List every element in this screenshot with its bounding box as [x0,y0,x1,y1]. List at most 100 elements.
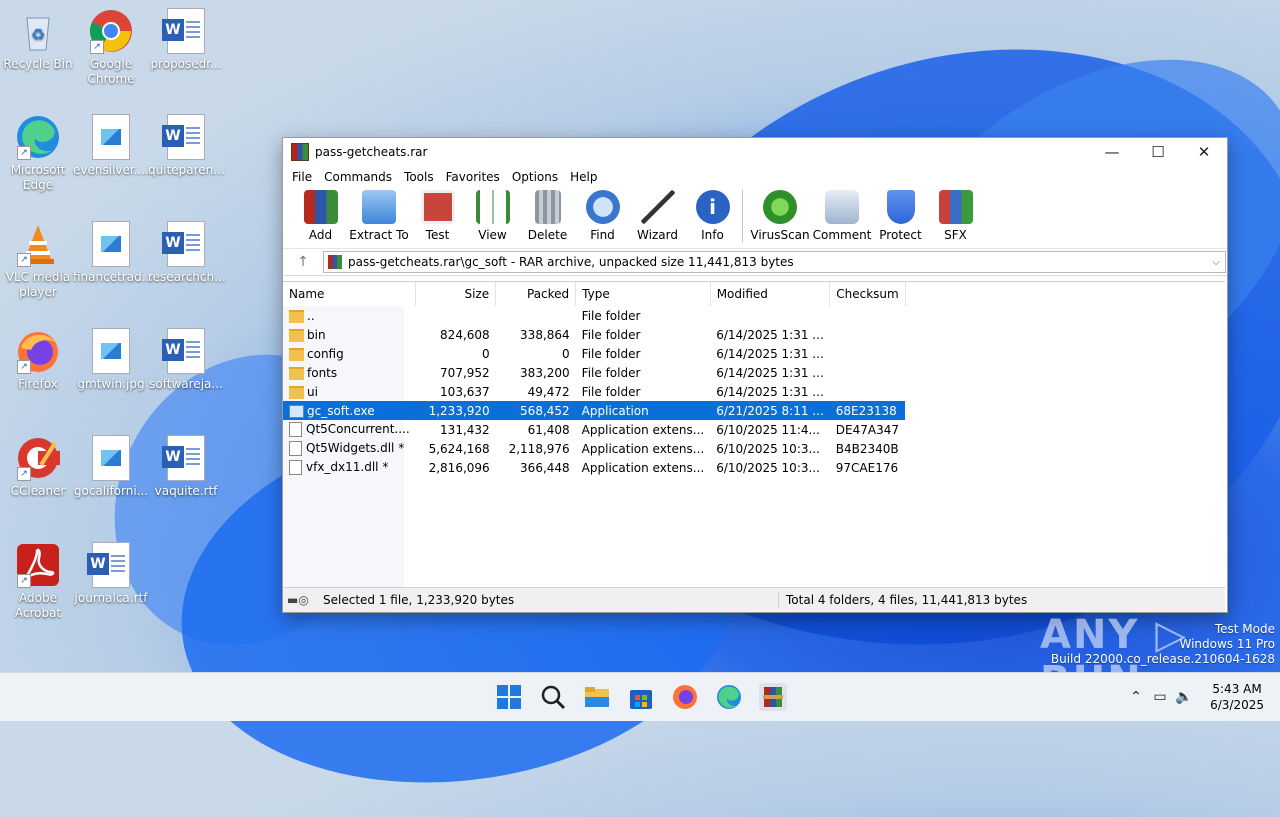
table-row[interactable]: .. File folder [283,306,905,325]
dll-file-icon [289,460,302,475]
desktop-icon-image-file[interactable]: evensilver.... [73,114,149,178]
column-header-packed[interactable]: Packed [495,282,577,306]
menu-commands[interactable]: Commands [318,170,398,184]
comment-button[interactable]: Comment [811,188,873,242]
folder-icon [289,347,304,361]
desktop-icon-firefox[interactable]: ↗ Firefox [0,328,76,392]
desktop-icon-word-doc[interactable]: W vaquite.rtf [148,435,224,499]
desktop-icon-vlc[interactable]: ↗ VLC media player [0,221,76,300]
add-icon [303,190,338,224]
info-button[interactable]: i Info [685,188,740,242]
image-file-icon [92,328,130,374]
application-icon [289,404,304,418]
protect-button[interactable]: Protect [873,188,928,242]
sfx-button[interactable]: SFX [928,188,983,242]
word-document-icon: W [162,328,205,374]
volume-icon[interactable]: 🔈 [1174,689,1194,705]
column-header-type[interactable]: Type [575,282,711,306]
menu-favorites[interactable]: Favorites [440,170,506,184]
folder-icon [289,328,304,342]
wizard-button[interactable]: Wizard [630,188,685,242]
window-title: pass-getcheats.rar [315,145,428,159]
desktop-icon-word-doc[interactable]: W researchch... [148,221,226,285]
menu-tools[interactable]: Tools [398,170,440,184]
delete-button[interactable]: Delete [520,188,575,242]
drive-icon[interactable]: ▬◎ [283,593,323,607]
svg-text:♻: ♻ [31,25,45,44]
chevron-up-icon[interactable]: ⌃ [1126,689,1146,705]
menu-help[interactable]: Help [564,170,603,184]
menu-file[interactable]: File [286,170,318,184]
desktop-icon-image-file[interactable]: gmtwin.jpg [73,328,149,392]
toolbar: Add Extract To Test View Delete Find Wiz… [283,188,1227,249]
winrar-icon[interactable] [759,683,787,711]
desktop-icon-chrome[interactable]: ↗ Google Chrome [73,8,149,87]
firefox-icon[interactable] [671,683,699,711]
shortcut-arrow-icon: ↗ [17,467,31,481]
column-header-name[interactable]: Name [283,282,417,306]
word-document-icon: W [162,435,205,481]
folder-icon [289,385,304,399]
desktop-icon-word-doc[interactable]: W quiteparen... [148,114,225,178]
close-button[interactable]: ✕ [1181,138,1227,166]
test-mode-notice: Test Mode Windows 11 Pro Build 22000.co_… [1050,622,1275,666]
toolbar-separator [742,190,743,242]
clock[interactable]: 5:43 AM 6/3/2025 [1210,681,1264,713]
column-header-modified[interactable]: Modified [710,282,831,306]
table-row[interactable]: fonts 707,952 383,200 File folder 6/14/2… [283,363,905,382]
file-explorer-icon[interactable] [583,683,611,711]
status-bar: ▬◎ Selected 1 file, 1,233,920 bytes Tota… [283,587,1225,612]
column-header-checksum[interactable]: Checksum [829,282,906,306]
store-icon[interactable] [627,683,655,711]
edge-icon[interactable] [715,683,743,711]
desktop-icon-ccleaner[interactable]: ↗ CCleaner [0,435,76,499]
desktop-icon-word-doc[interactable]: W proposedr... [148,8,224,72]
up-arrow-icon[interactable]: ↑ [283,254,323,270]
desktop-icon-word-doc[interactable]: W journalca.rtf [73,542,149,606]
test-button[interactable]: Test [410,188,465,242]
minimize-button[interactable]: — [1089,138,1135,166]
title-bar[interactable]: pass-getcheats.rar — ☐ ✕ [283,138,1227,166]
shortcut-arrow-icon: ↗ [17,253,31,267]
desktop-icon-word-doc[interactable]: W softwareja... [148,328,224,392]
image-file-icon [92,114,130,160]
table-row[interactable]: vfx_dx11.dll * 2,816,096 366,448 Applica… [283,458,905,477]
table-row[interactable]: Qt5Concurrent.... 131,432 61,408 Applica… [283,420,905,439]
virusscan-bug-icon [763,190,797,224]
chevron-down-icon[interactable]: ⌵ [1207,257,1225,268]
desktop-icon-acrobat[interactable]: ↗ Adobe Acrobat [0,542,76,621]
network-icon[interactable]: ▭ [1146,689,1174,705]
column-header-size[interactable]: Size [415,282,497,306]
maximize-button[interactable]: ☐ [1135,138,1181,166]
path-field[interactable]: pass-getcheats.rar\gc_soft - RAR archive… [323,251,1226,273]
find-button[interactable]: Find [575,188,630,242]
desktop-icon-recycle-bin[interactable]: ♻ Recycle Bin [0,8,76,72]
protect-shield-icon [886,190,915,224]
desktop-icon-image-file[interactable]: gocaliforni... [73,435,149,499]
search-icon[interactable] [539,683,567,711]
status-selection: Selected 1 file, 1,233,920 bytes [323,593,515,607]
rar-archive-icon [328,255,342,269]
add-button[interactable]: Add [293,188,348,242]
shortcut-arrow-icon: ↗ [17,146,31,160]
table-row[interactable]: ui 103,637 49,472 File folder 6/14/2025 … [283,382,905,401]
extract-folder-icon [362,190,396,224]
extract-to-button[interactable]: Extract To [348,188,410,242]
table-row[interactable]: Qt5Widgets.dll * 5,624,168 2,118,976 App… [283,439,905,458]
dll-file-icon [289,441,302,456]
start-icon[interactable] [495,683,523,711]
winrar-window[interactable]: pass-getcheats.rar — ☐ ✕ File Commands T… [282,137,1228,613]
view-button[interactable]: View [465,188,520,242]
table-row[interactable]: bin 824,608 338,864 File folder 6/14/202… [283,325,905,344]
table-row-selected[interactable]: gc_soft.exe 1,233,920 568,452 Applicatio… [283,401,906,420]
file-list[interactable]: Name Size Packed Type Modified Checksum … [283,281,1225,587]
table-row[interactable]: config 0 0 File folder 6/14/2025 1:31 ..… [283,344,905,363]
firefox-icon: ↗ [15,328,61,374]
system-tray: ⌃ ▭ 🔈 [1126,673,1194,721]
taskbar: ⌃ ▭ 🔈 5:43 AM 6/3/2025 [0,672,1280,721]
menu-options[interactable]: Options [506,170,564,184]
virusscan-button[interactable]: VirusScan [749,188,811,242]
desktop-icon-edge[interactable]: ↗ Microsoft Edge [0,114,76,193]
word-document-icon: W [162,8,205,54]
desktop-icon-image-file[interactable]: financetrad... [73,221,153,285]
